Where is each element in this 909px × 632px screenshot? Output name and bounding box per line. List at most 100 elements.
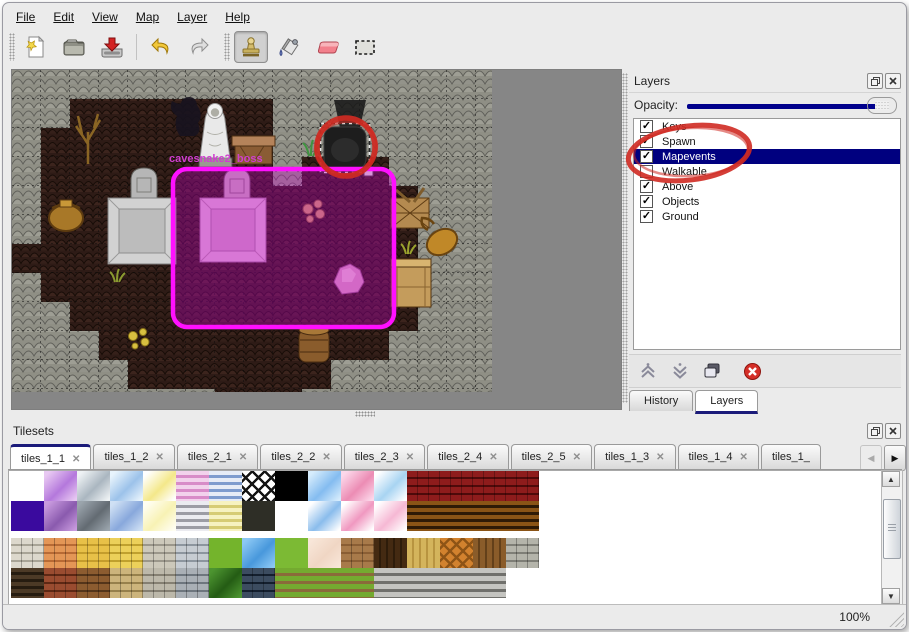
palette-tile-2-4[interactable]	[143, 538, 176, 568]
palette-tile-3-9[interactable]	[308, 568, 341, 598]
scroll-tabs-left-button[interactable]: ◀	[860, 445, 882, 471]
layer-checkbox-keys[interactable]: ✓	[640, 120, 653, 133]
palette-tile-3-6[interactable]	[209, 568, 242, 598]
palette-tile-1-12[interactable]	[407, 501, 440, 531]
open-map-button[interactable]	[57, 31, 91, 63]
tab-close-icon[interactable]: ✕	[72, 454, 80, 465]
opacity-slider-track[interactable]	[687, 104, 883, 109]
scroll-up-button[interactable]: ▲	[882, 471, 900, 487]
tileset-tab-tiles_1[interactable]: tiles_1_	[761, 444, 821, 469]
layers-close-button[interactable]	[885, 73, 901, 89]
palette-tile-1-3[interactable]	[110, 501, 143, 531]
palette-tile-0-12[interactable]	[407, 471, 440, 501]
canvas-splitter-handle[interactable]	[355, 411, 375, 417]
palette-tile-1-13[interactable]	[440, 501, 473, 531]
move-layer-down-button[interactable]	[667, 358, 693, 384]
duplicate-layer-button[interactable]	[699, 358, 725, 384]
palette-tile-3-0[interactable]	[11, 568, 44, 598]
palette-tile-2-5[interactable]	[176, 538, 209, 568]
palette-tile-3-5[interactable]	[176, 568, 209, 598]
palette-tile-0-15[interactable]	[506, 471, 539, 501]
palette-tile-1-8[interactable]	[275, 501, 308, 531]
layer-row-objects[interactable]: ✓Objects	[634, 194, 900, 209]
eraser-tool-button[interactable]	[310, 31, 344, 63]
palette-tile-3-8[interactable]	[275, 568, 308, 598]
layer-checkbox-walkable[interactable]	[640, 165, 653, 178]
palette-tile-3-12[interactable]	[407, 568, 440, 598]
palette-tile-2-13[interactable]	[440, 538, 473, 568]
menu-edit[interactable]: Edit	[44, 7, 83, 27]
menu-file[interactable]: File	[7, 7, 44, 27]
palette-tile-3-13[interactable]	[440, 568, 473, 598]
layer-checkbox-above[interactable]: ✓	[640, 180, 653, 193]
tileset-tab-tiles_1_1[interactable]: tiles_1_1✕	[10, 444, 91, 470]
save-map-button[interactable]	[95, 31, 129, 63]
palette-tile-0-8[interactable]	[275, 471, 308, 501]
palette-tile-2-1[interactable]	[44, 538, 77, 568]
palette-tile-1-1[interactable]	[44, 501, 77, 531]
palette-tile-3-1[interactable]	[44, 568, 77, 598]
layer-row-ground[interactable]: ✓Ground	[634, 209, 900, 224]
tab-close-icon[interactable]: ✕	[406, 452, 414, 463]
layer-row-spawn[interactable]: ✓Spawn	[634, 134, 900, 149]
undo-button[interactable]	[144, 31, 178, 63]
palette-tile-3-3[interactable]	[110, 568, 143, 598]
toolbar-grip-2[interactable]	[224, 33, 230, 61]
palette-tile-2-14[interactable]	[473, 538, 506, 568]
tab-close-icon[interactable]: ✕	[573, 452, 581, 463]
palette-tile-0-6[interactable]	[209, 471, 242, 501]
palette-tile-0-2[interactable]	[77, 471, 110, 501]
palette-tile-3-14[interactable]	[473, 568, 506, 598]
palette-tile-1-0[interactable]	[11, 501, 44, 531]
palette-tile-2-2[interactable]	[77, 538, 110, 568]
layer-checkbox-spawn[interactable]: ✓	[640, 135, 653, 148]
palette-tile-0-7[interactable]	[242, 471, 275, 501]
stamp-tool-button[interactable]	[234, 31, 268, 63]
tab-close-icon[interactable]: ✕	[740, 452, 748, 463]
palette-tile-0-1[interactable]	[44, 471, 77, 501]
palette-tile-0-13[interactable]	[440, 471, 473, 501]
tab-history[interactable]: History	[629, 390, 693, 411]
palette-tile-1-14[interactable]	[473, 501, 506, 531]
palette-tile-1-11[interactable]	[374, 501, 407, 531]
palette-tile-0-3[interactable]	[110, 471, 143, 501]
layer-row-walkable[interactable]: Walkable	[634, 164, 900, 179]
palette-tile-2-11[interactable]	[374, 538, 407, 568]
tilesets-float-button[interactable]	[867, 423, 883, 439]
palette-tile-1-4[interactable]	[143, 501, 176, 531]
palette-tile-3-15[interactable]	[506, 568, 539, 598]
layer-checkbox-mapevents[interactable]: ✓	[640, 150, 653, 163]
tab-close-icon[interactable]: ✕	[239, 452, 247, 463]
resize-grip[interactable]	[886, 609, 904, 627]
menu-view[interactable]: View	[83, 7, 127, 27]
tileset-tab-tiles_2_5[interactable]: tiles_2_5✕	[511, 444, 592, 469]
palette-scrollbar[interactable]: ▲ ▼	[881, 470, 903, 605]
palette-tile-1-2[interactable]	[77, 501, 110, 531]
new-map-button[interactable]	[19, 31, 53, 63]
palette-tile-2-10[interactable]	[341, 538, 374, 568]
palette-tile-2-3[interactable]	[110, 538, 143, 568]
palette-tile-2-15[interactable]	[506, 538, 539, 568]
tileset-tab-tiles_1_2[interactable]: tiles_1_2✕	[93, 444, 174, 469]
redo-button[interactable]	[182, 31, 216, 63]
layer-row-above[interactable]: ✓Above	[634, 179, 900, 194]
palette-tile-2-12[interactable]	[407, 538, 440, 568]
layers-dock-grip[interactable]	[622, 73, 628, 403]
tileset-tab-tiles_1_3[interactable]: tiles_1_3✕	[594, 444, 675, 469]
move-layer-up-button[interactable]	[635, 358, 661, 384]
palette-tile-2-8[interactable]	[275, 538, 308, 568]
tab-layers[interactable]: Layers	[695, 390, 758, 414]
palette-tile-3-11[interactable]	[374, 568, 407, 598]
palette-tile-3-10[interactable]	[341, 568, 374, 598]
delete-layer-button[interactable]	[739, 358, 765, 384]
palette-tile-2-9[interactable]	[308, 538, 341, 568]
layer-checkbox-ground[interactable]: ✓	[640, 210, 653, 223]
palette-tile-0-0[interactable]	[11, 471, 44, 501]
scroll-down-button[interactable]: ▼	[882, 588, 900, 604]
opacity-slider-handle[interactable]	[867, 97, 897, 114]
palette-tile-0-5[interactable]	[176, 471, 209, 501]
scroll-tabs-right-button[interactable]: ▶	[884, 445, 906, 471]
tileset-tab-tiles_2_1[interactable]: tiles_2_1✕	[177, 444, 258, 469]
menu-help[interactable]: Help	[216, 7, 259, 27]
palette-tile-1-9[interactable]	[308, 501, 341, 531]
